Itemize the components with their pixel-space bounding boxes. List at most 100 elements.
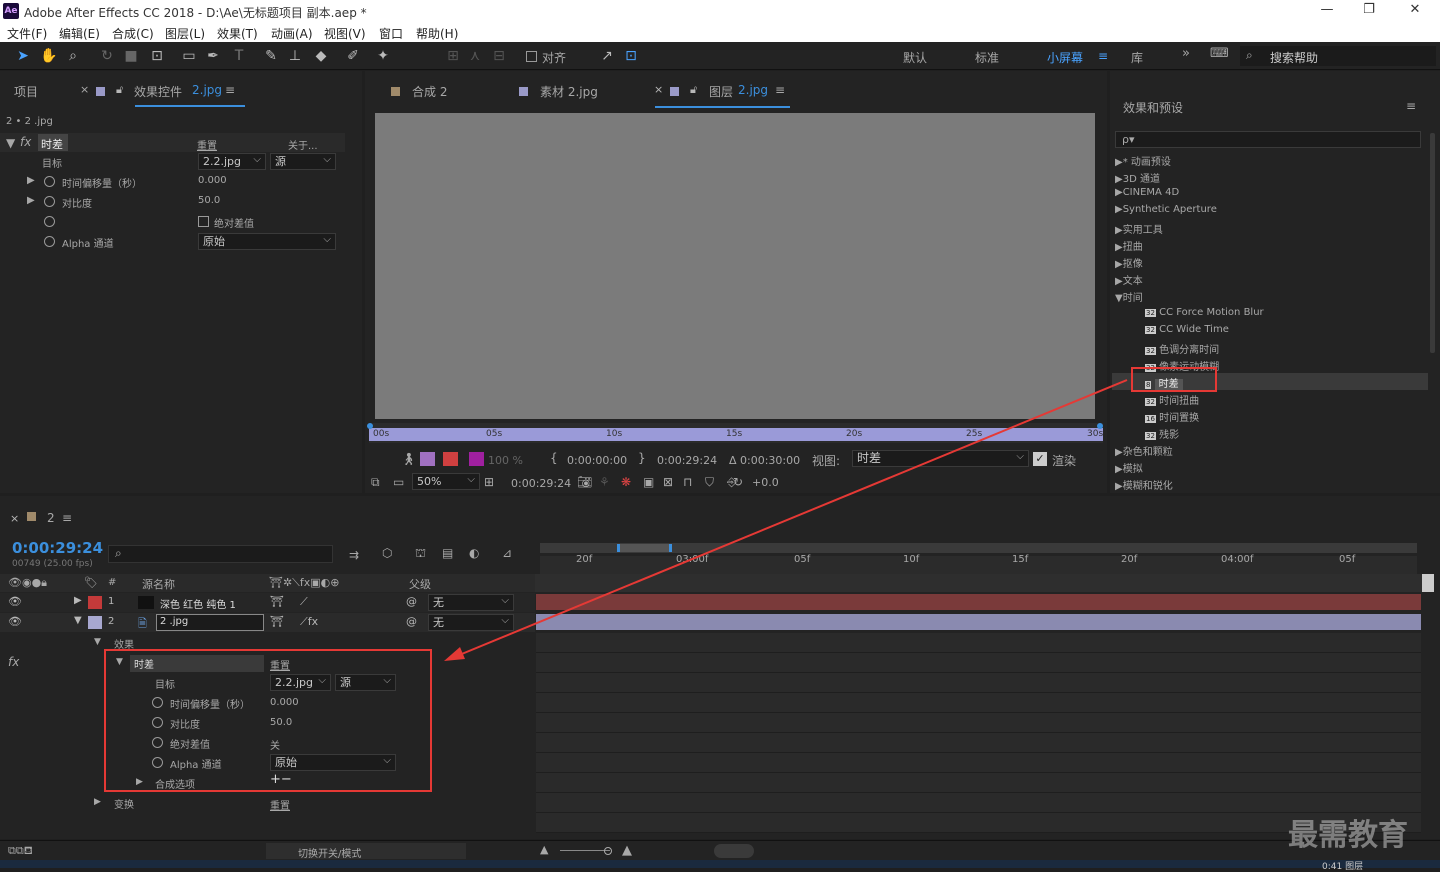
stopwatch-icon[interactable]	[44, 196, 55, 207]
expand-transform-icon[interactable]: ▶	[94, 797, 101, 807]
effect-cc-force-motion-blur[interactable]: 32 CC Force Motion Blur	[1145, 307, 1264, 318]
draft-3d-icon[interactable]: ⬡	[382, 546, 392, 560]
pan-behind-tool-icon[interactable]: ⊡	[148, 47, 166, 65]
menu-composition[interactable]: 合成(C)	[112, 25, 154, 42]
current-timecode[interactable]: 0:00:29:24	[12, 539, 103, 557]
zoom-out-icon[interactable]: ▲	[540, 843, 548, 856]
exposure-value[interactable]: +0.0	[752, 476, 779, 489]
close-tab-icon[interactable]: ×	[654, 83, 663, 96]
close-button[interactable]: ✕	[1400, 2, 1430, 17]
rotate-tool-icon[interactable]: ↻	[98, 47, 116, 65]
snapshot-icon[interactable]: 📷︎	[577, 475, 592, 489]
always-preview-icon[interactable]: ⧉	[371, 475, 380, 490]
layer-bar-2[interactable]	[536, 614, 1421, 630]
out-point-bracket-icon[interactable]: }	[638, 451, 646, 465]
stopwatch-icon[interactable]	[44, 236, 55, 247]
align-checkbox[interactable]	[526, 51, 537, 62]
menu-view[interactable]: 视图(V)	[324, 25, 366, 42]
sync-settings-icon[interactable]: ⌨	[1210, 46, 1229, 61]
menu-window[interactable]: 窗口	[379, 25, 403, 42]
absolute-difference-checkbox[interactable]	[198, 216, 209, 227]
tab-effect-controls[interactable]: 效果控件	[134, 83, 182, 100]
menu-effect[interactable]: 效果(T)	[217, 25, 258, 42]
close-tab-icon[interactable]: ×	[80, 83, 89, 96]
title-safe-icon[interactable]: ⊞	[484, 475, 494, 489]
show-snapshot-icon[interactable]: ⚘	[599, 475, 610, 489]
transparency-grid-icon[interactable]: ⊠	[663, 475, 673, 489]
puppet-tool-icon[interactable]: ✦	[374, 47, 392, 65]
category-blur-sharpen[interactable]: ▶模糊和锐化	[1115, 477, 1173, 492]
layer-label-color[interactable]	[88, 616, 102, 629]
quality-switch-icon[interactable]: ⟋	[300, 595, 308, 609]
rectangle-tool-icon[interactable]: ▭	[180, 47, 198, 65]
roto-brush-tool-icon[interactable]: ✐	[344, 47, 362, 65]
stopwatch-icon[interactable]	[44, 176, 55, 187]
zoom-in-icon[interactable]: ▲	[622, 843, 632, 858]
render-checkbox[interactable]: ✓	[1033, 452, 1047, 466]
layer-preview-image[interactable]	[375, 113, 1095, 419]
motion-blur-icon[interactable]: ◐	[469, 546, 479, 560]
reset-link[interactable]: 重置	[197, 137, 217, 152]
workspace-default[interactable]: 默认	[903, 49, 927, 66]
workspace-small-screen[interactable]: 小屏幕	[1047, 49, 1083, 66]
time-ruler[interactable]: 00s 05s 10s 15s 20s 25s 30s	[367, 423, 1103, 443]
layer-row-1[interactable]: 👁︎ ▶ 1 深色 红色 纯色 1 ⛩ ⟋ @ 无	[0, 593, 535, 612]
tab-footage[interactable]: 素材 2.jpg	[540, 83, 598, 100]
in-point-bracket-icon[interactable]: {	[550, 451, 558, 465]
local-axis-icon[interactable]: ⊞	[444, 47, 462, 65]
parent-header[interactable]: 父级	[409, 576, 431, 592]
frame-blending-icon[interactable]: ▤	[442, 546, 453, 560]
tab-project[interactable]: 项目	[14, 83, 38, 100]
timeline-end-marker[interactable]	[1422, 574, 1434, 592]
about-link[interactable]: 关于...	[288, 137, 318, 152]
view-dropdown[interactable]: 时差	[852, 449, 1029, 467]
tab-layer-name[interactable]: 2.jpg	[738, 83, 768, 97]
navigator-bar[interactable]	[540, 543, 1417, 553]
region-icon[interactable]: ▣	[643, 475, 654, 489]
transparency-icon[interactable]	[469, 452, 484, 466]
target-layer-dropdown[interactable]: 2.2.jpg	[198, 152, 266, 170]
timeline-search-input[interactable]: ⌕	[108, 545, 333, 563]
expand-contrast-icon[interactable]: ▶	[27, 195, 35, 206]
stopwatch-icon[interactable]	[44, 216, 55, 227]
zoom-slider[interactable]	[560, 850, 610, 851]
label-icon[interactable]: 🏷︎	[84, 576, 98, 589]
collapse-triangle-icon[interactable]: ▼	[6, 136, 15, 150]
toggle-switches-modes-button[interactable]: 切换开关/模式	[266, 843, 466, 860]
walk-icon[interactable]: 🚶︎	[401, 452, 416, 466]
panel-menu-icon[interactable]: ≡	[62, 511, 72, 525]
expand-layer-icon[interactable]: ▶	[74, 595, 82, 606]
contrast-value[interactable]: 50.0	[198, 195, 220, 206]
snap-grid-icon[interactable]: ⊡	[622, 47, 640, 65]
offset-value[interactable]: 0.000	[198, 175, 227, 186]
camera-view-icon[interactable]: ⊓	[683, 475, 692, 489]
category-keying[interactable]: ▶抠像	[1115, 255, 1143, 270]
category-3d-channel[interactable]: ▶3D 通道	[1115, 170, 1160, 185]
onion-skin-icon[interactable]	[420, 452, 435, 466]
close-tab-icon[interactable]: ×	[10, 512, 19, 525]
visibility-eye-icon[interactable]: 👁︎	[8, 595, 22, 608]
monitor-icon[interactable]: ▭	[393, 475, 404, 489]
more-workspaces-icon[interactable]: »	[1182, 46, 1190, 61]
opacity-value[interactable]: 100 %	[488, 454, 523, 467]
selection-tool-icon[interactable]: ➤	[14, 47, 32, 65]
category-animation-presets[interactable]: ▶* 动画预设	[1115, 153, 1171, 168]
category-text[interactable]: ▶文本	[1115, 272, 1143, 287]
tab-effect-controls-layer[interactable]: 2.jpg	[192, 83, 222, 97]
switches-header-icons[interactable]: ⛩✲⟍fx▣◐⊕	[269, 576, 339, 590]
alpha-channel-dropdown[interactable]: 原始	[198, 232, 336, 250]
panel-menu-icon[interactable]: ≡	[1406, 99, 1416, 113]
panel-menu-icon[interactable]: ≡	[225, 83, 235, 97]
pickwhip-icon[interactable]: @	[406, 595, 417, 608]
scrollbar[interactable]	[1430, 133, 1435, 353]
layer-name[interactable]: 2 .jpg	[160, 616, 188, 627]
menu-animation[interactable]: 动画(A)	[271, 25, 313, 42]
shy-switch-icon[interactable]: ⛩	[270, 615, 284, 628]
workspace-menu-icon[interactable]: ≡	[1098, 49, 1108, 63]
workspace-standard[interactable]: 标准	[975, 49, 999, 66]
category-utility[interactable]: ▶实用工具	[1115, 221, 1163, 236]
snap-icon[interactable]: ↗	[598, 47, 616, 65]
panel-menu-icon[interactable]: ≡	[775, 83, 785, 97]
layer-name[interactable]: 深色 红色 纯色 1	[160, 596, 236, 611]
zoom-tool-icon[interactable]: ⌕	[64, 47, 82, 65]
